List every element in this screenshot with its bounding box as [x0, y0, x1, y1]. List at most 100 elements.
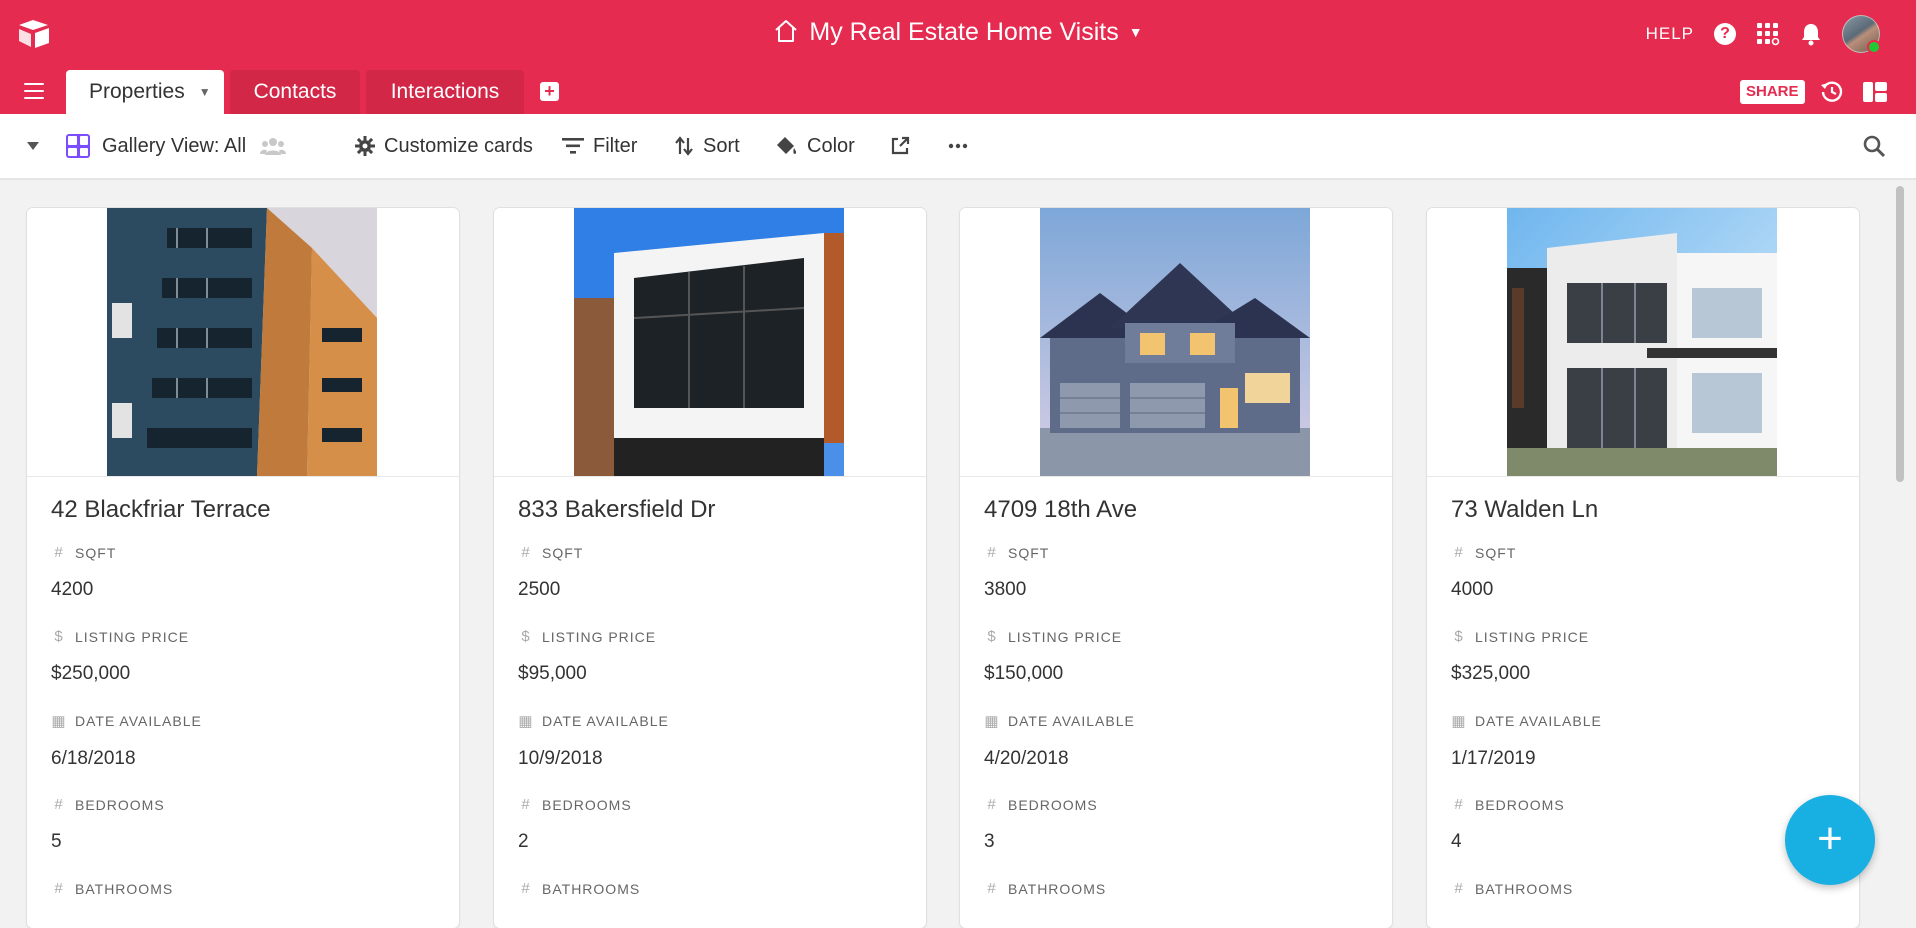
number-field-icon: # [1454, 796, 1464, 813]
currency-field-icon: $ [1454, 628, 1464, 645]
field-listing-price: $ LISTING PRICE $150,000 [984, 628, 1122, 685]
sort-button[interactable]: Sort [674, 114, 740, 178]
number-field-icon: # [521, 796, 531, 813]
help-label[interactable]: HELP [1646, 24, 1694, 44]
gallery-card[interactable]: 833 Bakersfield Dr # SQFT 2500 $ LISTING P… [494, 208, 926, 928]
field-label: SQFT [1475, 544, 1517, 561]
field-bathrooms: # BATHROOMS [518, 880, 640, 897]
number-field-icon: # [521, 544, 531, 561]
tab-interactions[interactable]: Interactions [366, 70, 524, 114]
field-bathrooms: # BATHROOMS [51, 880, 173, 897]
number-field-icon: # [1454, 544, 1464, 561]
bell-icon[interactable] [1800, 22, 1822, 46]
base-title[interactable]: My Real Estate Home Visits ▼ [0, 18, 1916, 47]
number-field-icon: # [1454, 880, 1464, 897]
field-label: LISTING PRICE [75, 628, 190, 645]
help-icon[interactable]: ? [1714, 23, 1736, 45]
tab-contacts[interactable]: Contacts [230, 70, 360, 114]
field-label: SQFT [75, 544, 117, 561]
card-title: 833 Bakersfield Dr [518, 496, 716, 523]
field-value: 4000 [1451, 579, 1494, 600]
calendar-field-icon: ▦ [518, 713, 534, 730]
home-icon [775, 20, 798, 42]
calendar-field-icon: ▦ [1451, 713, 1467, 730]
filter-icon [562, 138, 584, 154]
field-value: 3800 [984, 579, 1027, 600]
field-sqft: # SQFT 4000 [1451, 544, 1516, 601]
color-button[interactable]: Color [776, 114, 855, 178]
filter-label: Filter [593, 134, 638, 157]
share-button[interactable]: SHARE [1740, 80, 1805, 104]
calendar-field-icon: ▦ [51, 713, 67, 730]
paint-bucket-icon [777, 137, 797, 154]
field-value: 10/9/2018 [518, 748, 603, 769]
currency-field-icon: $ [987, 628, 997, 645]
external-link-icon [891, 136, 910, 155]
field-sqft: # SQFT 3800 [984, 544, 1049, 601]
gear-icon [355, 136, 375, 156]
search-icon[interactable] [1862, 134, 1886, 158]
number-field-icon: # [987, 880, 997, 897]
user-avatar[interactable] [1842, 15, 1881, 54]
field-value: $325,000 [1451, 663, 1531, 684]
field-sqft: # SQFT 4200 [51, 544, 116, 601]
number-field-icon: # [54, 880, 64, 897]
field-label: DATE AVAILABLE [1008, 713, 1135, 729]
field-value: 2500 [518, 579, 561, 600]
history-icon[interactable] [1820, 80, 1844, 104]
field-listing-price: $ LISTING PRICE $95,000 [518, 628, 656, 685]
view-toolbar: Gallery View: All Customize cards Filter [0, 114, 1916, 180]
field-value: 4 [1451, 831, 1462, 852]
field-value: 6/18/2018 [51, 748, 136, 769]
add-record-button[interactable]: + [1785, 795, 1875, 885]
chevron-down-icon[interactable]: ▼ [199, 85, 211, 99]
currency-field-icon: $ [54, 628, 64, 645]
customize-cards-button[interactable]: Customize cards [355, 114, 533, 178]
color-label: Color [807, 134, 855, 157]
field-bedrooms: # BEDROOMS 3 [984, 796, 1098, 853]
side-panel-icon[interactable] [1862, 80, 1888, 104]
field-label: SQFT [1008, 544, 1050, 561]
property-photo [1040, 208, 1310, 476]
field-listing-price: $ LISTING PRICE $250,000 [51, 628, 189, 685]
chevron-down-icon: ▼ [1128, 24, 1143, 40]
share-view-button[interactable] [890, 114, 919, 178]
hamburger-menu-icon[interactable] [24, 83, 44, 99]
property-photo [107, 208, 377, 476]
card-title: 73 Walden Ln [1451, 496, 1599, 523]
tab-label: Interactions [390, 80, 500, 103]
customize-cards-label: Customize cards [384, 134, 533, 157]
card-cover-image [960, 208, 1392, 477]
field-value: $95,000 [518, 663, 587, 684]
filter-button[interactable]: Filter [562, 114, 637, 178]
gallery-card[interactable]: 4709 18th Ave # SQFT 3800 $ LISTING PRICE … [960, 208, 1392, 928]
apps-grid-icon[interactable] [1756, 22, 1780, 46]
more-options-button[interactable] [948, 114, 977, 178]
field-date-available: ▦ DATE AVAILABLE 4/20/2018 [984, 712, 1135, 770]
online-status-indicator [1867, 40, 1881, 54]
card-cover-image [494, 208, 926, 477]
field-label: BEDROOMS [75, 796, 165, 813]
top-right-controls: HELP ? [1646, 14, 1881, 54]
sidebar-toggle[interactable] [26, 114, 49, 178]
vertical-scrollbar[interactable] [1896, 186, 1904, 482]
field-label: SQFT [542, 544, 584, 561]
gallery-card[interactable]: 42 Blackfriar Terrace # SQFT 4200 $ LISTIN… [27, 208, 459, 928]
field-label: BATHROOMS [75, 880, 174, 897]
more-horizontal-icon [948, 143, 968, 149]
field-label: BATHROOMS [1475, 880, 1574, 897]
tab-properties[interactable]: Properties ▼ [66, 70, 224, 114]
field-bathrooms: # BATHROOMS [1451, 880, 1573, 897]
add-table-icon[interactable]: + [540, 82, 559, 101]
base-title-text: My Real Estate Home Visits [809, 18, 1119, 46]
field-value: $250,000 [51, 663, 131, 684]
gallery-view-icon [66, 134, 90, 158]
field-label: BEDROOMS [1008, 796, 1098, 813]
currency-field-icon: $ [521, 628, 531, 645]
card-title: 42 Blackfriar Terrace [51, 496, 271, 523]
field-bedrooms: # BEDROOMS 4 [1451, 796, 1565, 853]
field-value: 4200 [51, 579, 94, 600]
number-field-icon: # [54, 544, 64, 561]
view-switcher[interactable]: Gallery View: All [66, 114, 295, 178]
sort-icon [675, 136, 693, 156]
